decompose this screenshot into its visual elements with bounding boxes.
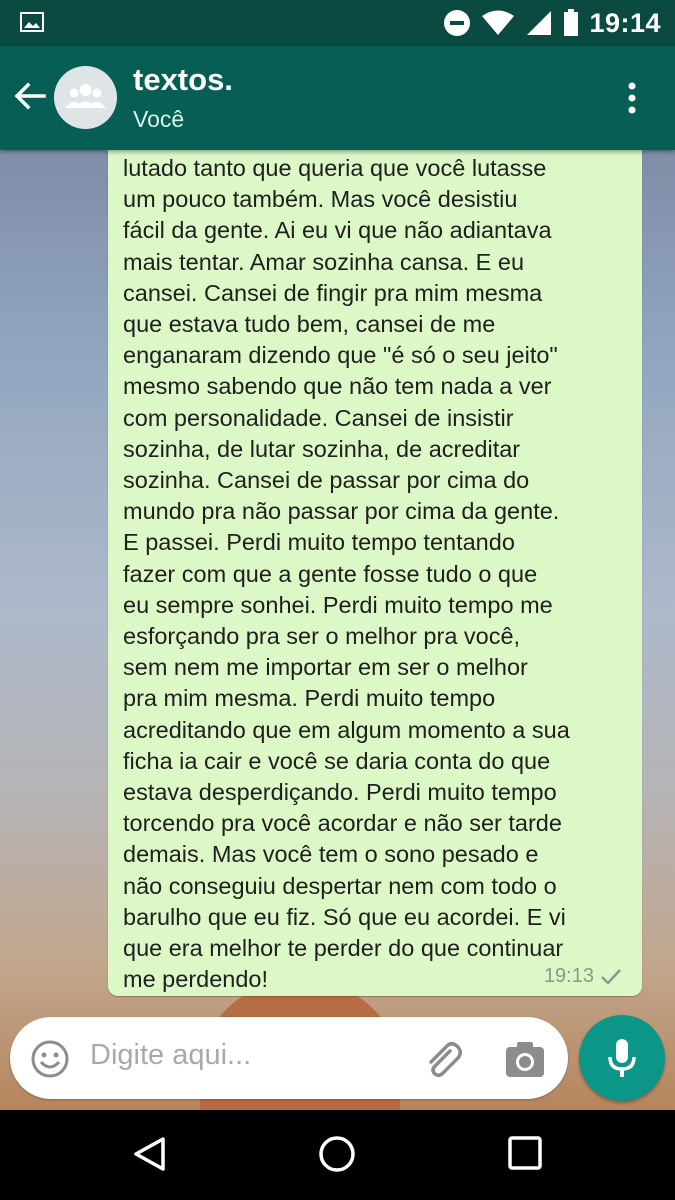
chat-subtitle[interactable]: Você [133,106,184,133]
message-input[interactable]: Digite aqui... [90,1039,251,1072]
more-vert-icon[interactable] [620,78,644,118]
message-input-box[interactable]: Digite aqui... [10,1017,568,1099]
nav-home-icon[interactable] [318,1135,356,1173]
clock: 19:14 [589,7,661,38]
status-bar: 19:14 [0,0,675,46]
emoji-icon[interactable] [30,1039,70,1079]
wifi-icon [482,10,515,35]
system-nav-bar [0,1110,675,1200]
signal-icon [527,11,552,35]
image-icon [20,12,44,32]
group-avatar-icon [65,84,106,108]
message-text: lutado tanto que queria que você lutasse… [123,155,570,993]
microphone-icon [608,1039,636,1077]
nav-recents-icon[interactable] [507,1135,543,1171]
mic-button[interactable] [579,1015,665,1101]
back-arrow-icon[interactable] [12,78,48,114]
sent-check-icon [601,968,621,985]
chat-title[interactable]: textos. [133,62,233,98]
camera-icon[interactable] [504,1039,546,1079]
message-bubble[interactable]: lutado tanto que queria que você lutasse… [108,150,642,996]
do-not-disturb-icon [444,10,471,36]
message-time: 19:13 [543,965,594,987]
paperclip-icon[interactable] [420,1037,464,1081]
group-avatar[interactable] [54,66,117,129]
message-meta: 19:13 [544,965,622,988]
nav-back-icon[interactable] [131,1135,167,1173]
chat-header: textos. Você [0,46,675,150]
battery-icon [564,9,579,36]
